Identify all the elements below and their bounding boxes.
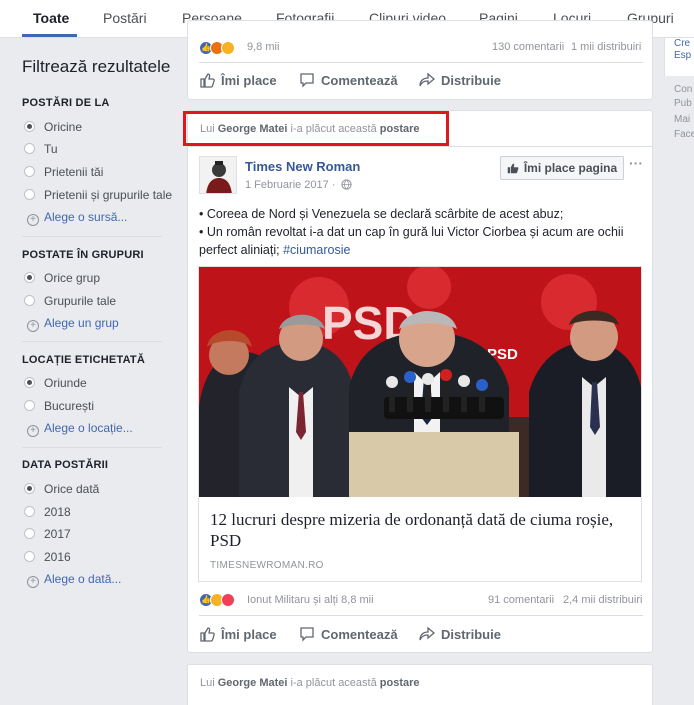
page-name-link[interactable]: Times New Roman <box>245 159 360 174</box>
plus-icon: + <box>27 320 39 332</box>
section-title-group-posts: POSTATE ÎN GRUPURI <box>22 249 144 261</box>
page-avatar[interactable] <box>199 156 237 194</box>
radio-icon <box>24 166 35 177</box>
divider <box>199 615 643 616</box>
liker-name-link[interactable]: George Matei <box>218 677 288 689</box>
reactors-summary[interactable]: Ionut Militaru și alți 8,8 mii <box>247 594 374 606</box>
thumbs-up-icon <box>200 73 215 88</box>
option-any-group[interactable]: Orice grup <box>24 271 100 285</box>
section-title-tagged-location: LOCAȚIE ETICHETATĂ <box>22 354 145 366</box>
more-options-icon[interactable]: ··· <box>629 155 643 171</box>
highlight-box <box>183 111 449 146</box>
section-title-posts-from: POSTĂRI DE LA <box>22 97 110 109</box>
active-tab-indicator <box>22 34 77 37</box>
article-domain: TIMESNEWROMAN.RO <box>210 560 324 571</box>
right-link[interactable]: Esp <box>674 50 691 61</box>
right-text: Pub <box>674 98 692 109</box>
divider <box>188 146 652 147</box>
option-any-date[interactable]: Orice dată <box>24 482 99 496</box>
article-photo: PSD PSD <box>199 267 641 497</box>
post-date[interactable]: 1 Februarie 2017 · <box>245 179 352 191</box>
page-logo-icon <box>200 157 236 193</box>
shares-count[interactable]: 2,4 mii distribuiri <box>563 594 642 606</box>
sad-reaction-icon <box>221 41 235 55</box>
like-button[interactable]: Îmi place <box>199 626 277 642</box>
right-column: Cre Esp Con Pub Mai Face <box>664 38 694 705</box>
option-your-groups[interactable]: Grupurile tale <box>24 294 116 308</box>
like-button[interactable]: Îmi place <box>199 72 277 88</box>
share-button[interactable]: Distribuie <box>419 626 501 642</box>
post-text: • Coreea de Nord și Venezuela se declară… <box>199 205 643 259</box>
radio-icon <box>24 189 35 200</box>
divider <box>22 341 162 342</box>
right-text: Mai <box>674 114 691 125</box>
radio-icon <box>24 400 35 411</box>
option-friends-groups[interactable]: Prietenii și grupurile tale <box>24 188 172 202</box>
section-title-date-posted: DATA POSTĂRII <box>22 459 109 471</box>
choose-source-link[interactable]: + Alege o sursă... <box>27 210 127 226</box>
right-text: Face <box>674 129 694 140</box>
tab-all[interactable]: Toate <box>33 10 69 26</box>
like-page-button[interactable]: Îmi place pagina <box>500 156 624 180</box>
plus-icon: + <box>27 214 39 226</box>
article-title[interactable]: 12 lucruri despre mizeria de ordonanță d… <box>210 509 630 551</box>
link-preview[interactable]: PSD PSD 12 lucruri despre mizeria de ord… <box>198 266 642 582</box>
comment-icon <box>300 627 314 642</box>
choose-location-link[interactable]: + Alege o locație... <box>27 421 133 437</box>
post-link[interactable]: postare <box>380 677 420 689</box>
comment-button[interactable]: Comentează <box>299 72 398 88</box>
radio-icon <box>24 483 35 494</box>
share-icon <box>419 72 435 87</box>
option-anywhere[interactable]: Oriunde <box>24 376 87 390</box>
post-text-line: • Un român revoltat i-a dat un cap în gu… <box>199 225 624 257</box>
divider <box>22 447 162 448</box>
share-button[interactable]: Distribuie <box>419 72 501 88</box>
thumbs-up-icon <box>200 627 215 642</box>
filter-title: Filtrează rezultatele <box>22 57 171 76</box>
choose-group-link[interactable]: + Alege un grup <box>27 316 119 332</box>
option-anyone[interactable]: Oricine <box>24 120 82 134</box>
choose-date-link[interactable]: + Alege o dată... <box>27 572 121 588</box>
tab-posts[interactable]: Postări <box>103 10 147 26</box>
comments-count[interactable]: 91 comentarii <box>488 594 554 606</box>
comments-count[interactable]: 130 comentarii <box>492 41 564 53</box>
radio-icon <box>24 295 35 306</box>
reaction-count[interactable]: 9,8 mii <box>247 41 279 53</box>
hashtag-link[interactable]: #ciumarosie <box>283 243 350 257</box>
share-icon <box>419 626 435 641</box>
option-2016[interactable]: 2016 <box>24 550 71 564</box>
love-reaction-icon <box>221 593 235 607</box>
globe-icon <box>340 179 352 190</box>
thumbs-up-icon <box>507 163 519 174</box>
divider <box>22 236 162 237</box>
previous-post-card: 👍 9,8 mii 130 comentarii 1 mii distribui… <box>187 20 653 100</box>
right-text: Con <box>674 84 693 95</box>
divider <box>199 62 643 63</box>
filter-sidebar: Filtrează rezultatele POSTĂRI DE LA Oric… <box>0 39 183 705</box>
radio-icon <box>24 121 35 132</box>
radio-icon <box>24 551 35 562</box>
option-bucharest[interactable]: București <box>24 399 94 413</box>
radio-icon <box>24 377 35 388</box>
option-you[interactable]: Tu <box>24 142 58 156</box>
next-story-card: Lui George Matei i-a plăcut această post… <box>187 664 653 705</box>
shares-count[interactable]: 1 mii distribuiri <box>571 41 641 53</box>
comment-button[interactable]: Comentează <box>299 626 398 642</box>
radio-icon <box>24 528 35 539</box>
liked-by-line: Lui George Matei i-a plăcut această post… <box>200 677 420 689</box>
option-2017[interactable]: 2017 <box>24 527 71 541</box>
plus-icon: + <box>27 576 39 588</box>
story-card: Lui George Matei i-a plăcut această post… <box>187 110 653 653</box>
plus-icon: + <box>27 425 39 437</box>
right-link[interactable]: Cre <box>674 38 690 49</box>
reaction-icons: 👍 <box>199 41 235 55</box>
option-friends[interactable]: Prietenii tăi <box>24 165 103 179</box>
reaction-icons: 👍 <box>199 593 235 607</box>
comment-icon <box>300 73 314 88</box>
option-2018[interactable]: 2018 <box>24 505 71 519</box>
radio-icon <box>24 506 35 517</box>
radio-icon <box>24 143 35 154</box>
post-text-line: • Coreea de Nord și Venezuela se declară… <box>199 207 564 221</box>
radio-icon <box>24 272 35 283</box>
